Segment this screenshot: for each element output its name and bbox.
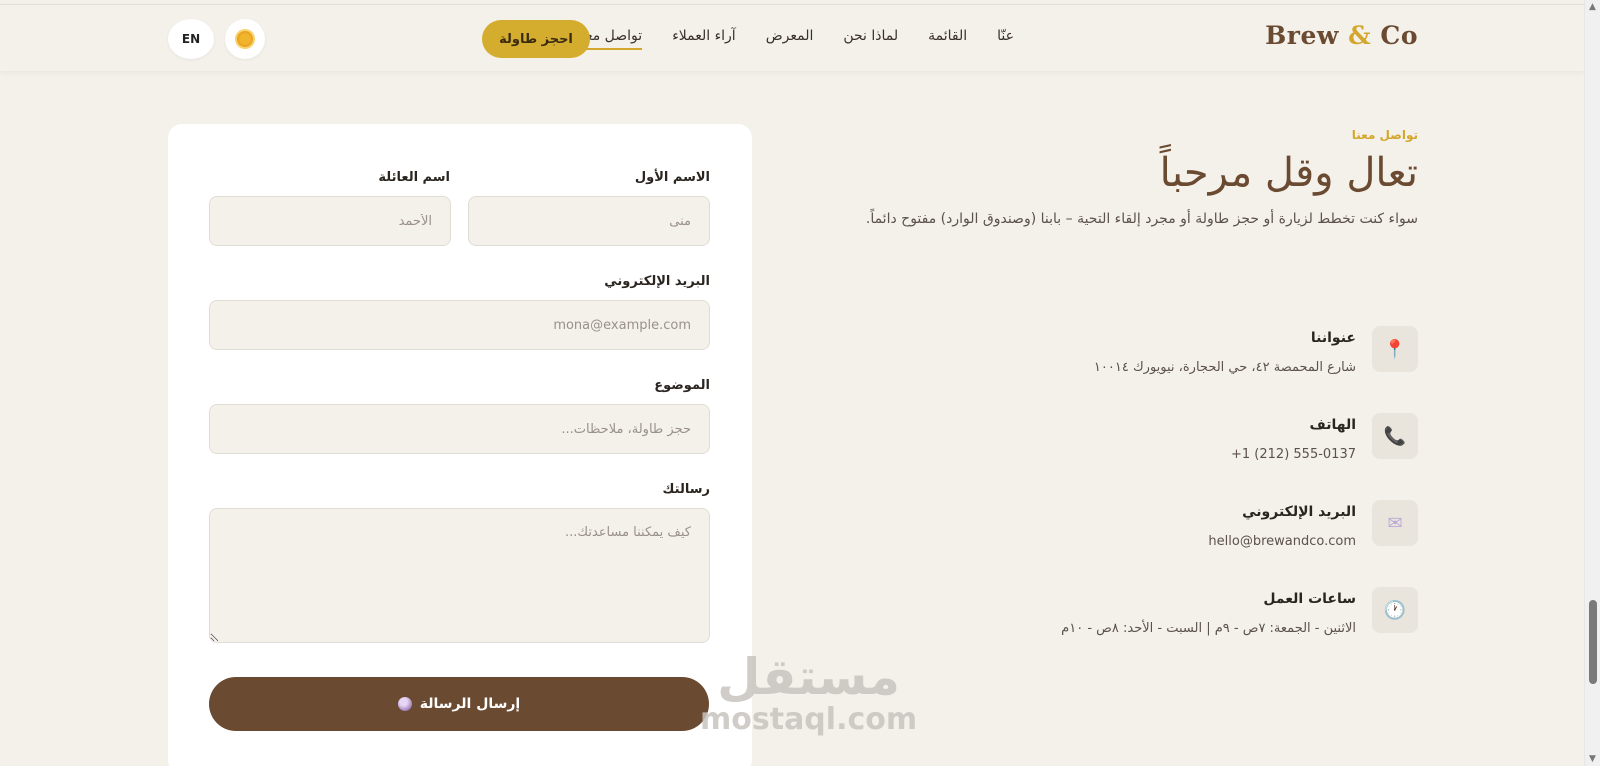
phone-glyph: 📞 <box>1383 425 1407 447</box>
nav-item-about[interactable]: عنّا <box>997 28 1014 50</box>
envelope-icon: ✉ <box>1372 500 1418 546</box>
contact-details-list: 📍 عنواننا شارع المحمصة ٤٢، حي الحجارة، ن… <box>838 326 1418 646</box>
top-navbar: Brew & Co عنّا القائمة لماذا نحن المعرض … <box>0 4 1584 71</box>
first-name-input[interactable] <box>468 196 710 246</box>
clock-glyph: 🕐 <box>1383 599 1407 621</box>
section-description: سواء كنت تخطط لزيارة أو حجز طاولة أو مجر… <box>865 211 1418 227</box>
email-title: البريد الإلكتروني <box>1242 504 1356 520</box>
envelope-glyph: ✉ <box>1387 512 1403 534</box>
scrollbar-thumb[interactable] <box>1589 600 1597 684</box>
hours-value: الاثنين - الجمعة: ٧ص - ٩م | السبت - الأح… <box>1061 621 1356 636</box>
send-icon <box>397 697 412 711</box>
email-label: البريد الإلكتروني <box>604 274 710 289</box>
contact-item-hours: 🕐 ساعات العمل الاثنين - الجمعة: ٧ص - ٩م … <box>838 587 1418 647</box>
logo-co: Co <box>1380 21 1418 50</box>
email-value[interactable]: hello@brewandco.com <box>1208 534 1356 549</box>
logo-ampersand: & <box>1348 21 1372 50</box>
pin-glyph: 📍 <box>1383 338 1407 360</box>
contact-form-card: الاسم الأول اسم العائلة البريد الإلكترون… <box>168 124 752 766</box>
last-name-input[interactable] <box>209 196 451 246</box>
nav-item-why-us[interactable]: لماذا نحن <box>843 28 898 50</box>
first-name-label: الاسم الأول <box>634 170 710 185</box>
pin-icon: 📍 <box>1372 326 1418 372</box>
phone-value[interactable]: +1 (212) 555-0137 <box>1231 447 1356 462</box>
subject-label: الموضوع <box>654 378 710 393</box>
message-label: رسالتك <box>662 482 710 497</box>
section-title: تعال وقل مرحباً <box>1159 150 1418 196</box>
brand-logo[interactable]: Brew & Co <box>1265 21 1418 50</box>
phone-icon: 📞 <box>1372 413 1418 459</box>
hours-title: ساعات العمل <box>1263 591 1356 607</box>
nav-item-gallery[interactable]: المعرض <box>766 28 814 50</box>
theme-toggle-button[interactable] <box>225 19 265 59</box>
address-value: شارع المحمصة ٤٢، حي الحجارة، نيويورك ١٠٠… <box>1093 360 1356 375</box>
contact-item-address: 📍 عنواننا شارع المحمصة ٤٢، حي الحجارة، ن… <box>838 326 1418 386</box>
sun-icon <box>237 31 253 47</box>
logo-brew: Brew <box>1265 21 1339 50</box>
main-nav: عنّا القائمة لماذا نحن المعرض آراء العمل… <box>577 28 1014 50</box>
contact-info-section: تواصل معنا تعال وقل مرحباً سواء كنت تخطط… <box>838 128 1418 233</box>
page-scrollbar[interactable]: ▲ ▼ <box>1584 0 1600 766</box>
subject-input[interactable] <box>209 404 710 454</box>
language-toggle-button[interactable]: EN <box>168 19 214 59</box>
book-table-button[interactable]: احجز طاولة <box>482 20 590 58</box>
contact-item-email: ✉ البريد الإلكتروني hello@brewandco.com <box>838 500 1418 560</box>
message-textarea[interactable] <box>209 508 710 643</box>
section-eyebrow: تواصل معنا <box>1351 128 1418 142</box>
nav-item-testimonials[interactable]: آراء العملاء <box>672 28 736 50</box>
clock-icon: 🕐 <box>1372 587 1418 633</box>
nav-item-menu[interactable]: القائمة <box>928 28 967 50</box>
address-title: عنواننا <box>1310 330 1356 346</box>
email-input[interactable] <box>209 300 710 350</box>
send-message-label: إرسال الرسالة <box>419 696 521 712</box>
contact-item-phone: 📞 الهاتف +1 (212) 555-0137 <box>838 413 1418 473</box>
send-message-button[interactable]: إرسال الرسالة <box>209 677 709 731</box>
scroll-down-arrow-icon[interactable]: ▼ <box>1589 754 1596 764</box>
phone-title: الهاتف <box>1309 417 1356 433</box>
scroll-up-arrow-icon[interactable]: ▲ <box>1589 2 1596 12</box>
last-name-label: اسم العائلة <box>378 170 450 185</box>
